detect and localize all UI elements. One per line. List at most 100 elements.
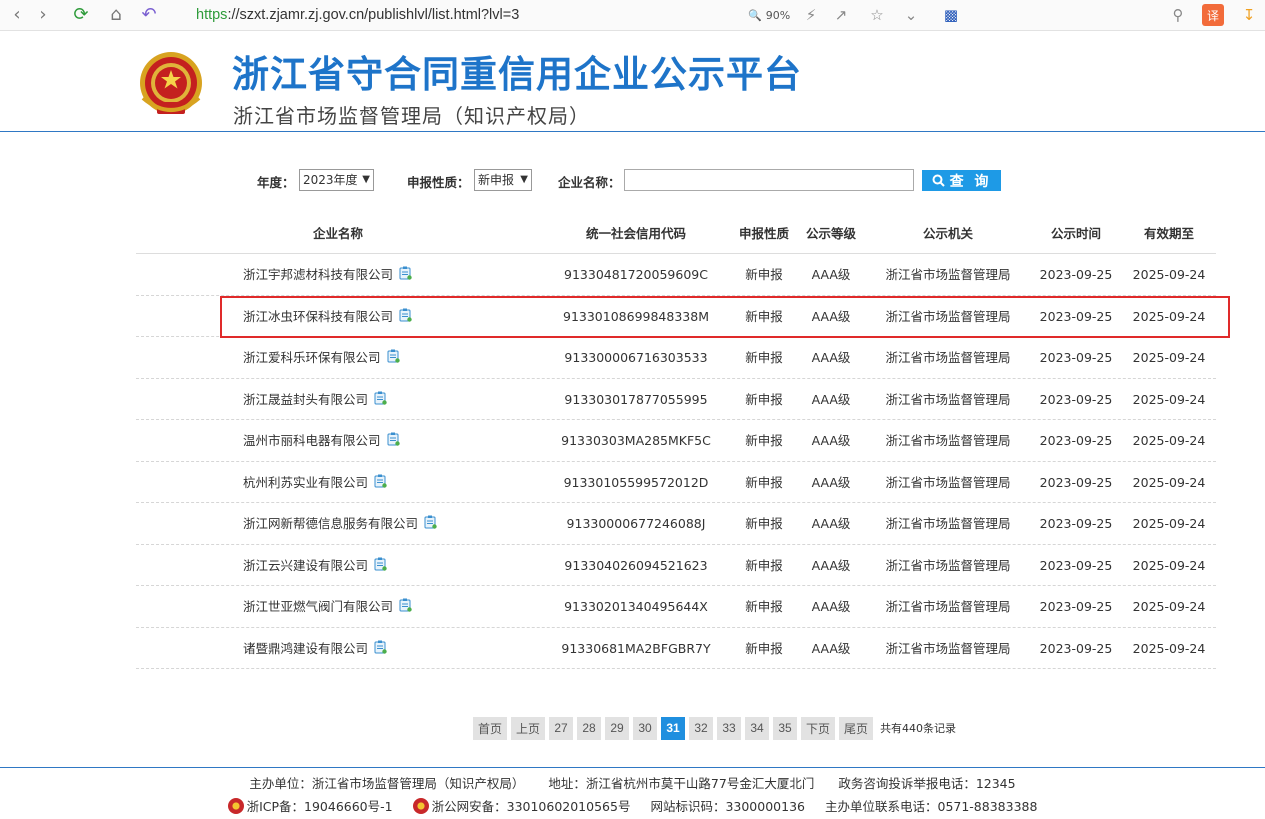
company-name-cell[interactable]: 浙江宇邦滤材科技有限公司 (243, 254, 412, 295)
share-icon[interactable]: ↗ (830, 4, 852, 26)
first-page-button[interactable]: 首页 (473, 716, 508, 740)
page-32-button[interactable]: 32 (689, 716, 714, 740)
company-name-input[interactable] (624, 169, 914, 191)
report-type-cell: 新申报 (745, 433, 783, 448)
table-row: 温州市丽科电器有限公司 91330303MA285MKF5C 新申报 AAA级 浙江省市… (136, 420, 1216, 462)
year-select[interactable]: 2023年度 ▼ (299, 169, 374, 191)
translate-icon[interactable]: 译 (1202, 4, 1224, 26)
credit-code-cell: 913304026094521623 (564, 557, 708, 573)
star-icon[interactable]: ☆ (866, 4, 888, 26)
credit-code-cell: 91330481720059609C (564, 267, 708, 282)
authority-cell: 浙江省市场监督管理局 (885, 599, 1011, 614)
publish-date-cell: 2023-09-25 (1039, 640, 1113, 656)
company-name-cell[interactable]: 诸暨鼎鸿建设有限公司 (243, 628, 387, 669)
url-scheme: https (196, 7, 228, 23)
search-icon[interactable]: ⚲ (1167, 4, 1189, 26)
authority-cell: 浙江省市场监督管理局 (885, 391, 1011, 407)
footer-police[interactable]: 浙公网安备：33010602010565号 (412, 796, 630, 815)
company-link[interactable]: 诸暨鼎鸿建设有限公司 (243, 641, 368, 656)
company-name-cell[interactable]: 浙江晟益封头有限公司 (243, 379, 387, 420)
zoom-control[interactable]: 🔍 90% (748, 4, 790, 26)
authority-cell: 浙江省市场监督管理局 (885, 557, 1011, 573)
authority-cell: 浙江省市场监督管理局 (885, 516, 1011, 531)
credit-code-cell: 913300006716303533 (564, 350, 708, 365)
page-34-button[interactable]: 34 (745, 716, 770, 740)
next-page-button[interactable]: 下页 (801, 716, 836, 740)
authority-cell: 浙江省市场监督管理局 (885, 474, 1011, 490)
table-row: 浙江世亚燃气阀门有限公司 91330201340495644X 新申报 AAA级 浙江省… (136, 586, 1216, 628)
company-link[interactable]: 浙江世亚燃气阀门有限公司 (243, 599, 393, 614)
expiry-date-cell: 2025-09-24 (1132, 267, 1206, 282)
company-link[interactable]: 浙江宇邦滤材科技有限公司 (243, 267, 393, 282)
expiry-date-cell: 2025-09-24 (1132, 640, 1206, 656)
page-33-button[interactable]: 33 (717, 716, 742, 740)
footer-sponsor: 主办单位：浙江省市场监督管理局（知识产权局） (249, 776, 525, 791)
prev-page-button[interactable]: 上页 (511, 716, 546, 740)
site-header: 浙江省守合同重信用企业公示平台 浙江省市场监督管理局（知识产权局） (0, 32, 1265, 132)
company-name-cell[interactable]: 浙江世亚燃气阀门有限公司 (243, 586, 412, 627)
header-company-name: 企业名称 (312, 226, 363, 241)
last-page-button[interactable]: 尾页 (839, 716, 874, 740)
authority-cell: 浙江省市场监督管理局 (885, 640, 1011, 656)
authority-cell: 浙江省市场监督管理局 (885, 267, 1011, 282)
forward-icon[interactable]: › (32, 4, 54, 26)
company-link[interactable]: 温州市丽科电器有限公司 (243, 433, 381, 448)
paw-icon[interactable]: ▩ (940, 4, 962, 26)
publish-date-cell: 2023-09-25 (1039, 474, 1113, 490)
search-button[interactable]: 查 询 (922, 170, 1001, 191)
expiry-date-cell: 2025-09-24 (1132, 433, 1206, 448)
table-header: 企业名称 统一社会信用代码 申报性质 公示等级 公示机关 公示时间 有效期至 (136, 214, 1216, 254)
expiry-date-cell: 2025-09-24 (1132, 391, 1206, 407)
report-type-cell: 新申报 (745, 516, 783, 531)
company-name-cell[interactable]: 杭州利苏实业有限公司 (243, 462, 387, 503)
company-name-cell[interactable]: 温州市丽科电器有限公司 (243, 420, 400, 461)
company-link[interactable]: 浙江晟益封头有限公司 (243, 392, 368, 407)
level-cell: AAA级 (811, 267, 851, 282)
company-link[interactable]: 浙江云兴建设有限公司 (243, 558, 368, 573)
icp-text: 浙ICP备：19046660号-1 (246, 799, 393, 814)
footer-address: 地址：浙江省杭州市莫干山路77号金汇大厦北门 (548, 776, 815, 791)
page-27-button[interactable]: 27 (549, 716, 574, 740)
police-badge-icon (412, 797, 429, 814)
page-31-button[interactable]: 31 (661, 716, 686, 740)
document-icon (387, 349, 400, 363)
back-icon[interactable]: ‹ (6, 4, 28, 26)
refresh-icon[interactable]: ⟳ (70, 4, 92, 26)
lightning-icon[interactable]: ⚡ (800, 4, 822, 26)
level-cell: AAA级 (811, 350, 851, 365)
expiry-date-cell: 2025-09-24 (1132, 599, 1206, 614)
company-name-cell[interactable]: 浙江爱科乐环保有限公司 (243, 337, 400, 378)
browser-toolbar: ‹ › ⟳ ⌂ ↶ https://szxt.zjamr.zj.gov.cn/p… (0, 0, 1265, 31)
footer-icp[interactable]: 浙ICP备：19046660号-1 (227, 796, 393, 815)
page-28-button[interactable]: 28 (577, 716, 602, 740)
report-type-cell: 新申报 (745, 474, 783, 490)
company-name-cell[interactable]: 浙江云兴建设有限公司 (243, 545, 387, 586)
report-type-cell: 新申报 (745, 350, 783, 365)
home-icon[interactable]: ⌂ (105, 4, 127, 26)
results-table: 企业名称 统一社会信用代码 申报性质 公示等级 公示机关 公示时间 有效期至 浙… (136, 214, 1216, 669)
level-cell: AAA级 (811, 557, 851, 573)
type-select[interactable]: 新申报 ▼ (474, 169, 532, 191)
site-title: 浙江省守合同重信用企业公示平台 (232, 54, 802, 95)
page-35-button[interactable]: 35 (773, 716, 798, 740)
company-link[interactable]: 杭州利苏实业有限公司 (243, 475, 368, 490)
chevron-down-icon[interactable]: ⌄ (900, 4, 922, 26)
page-29-button[interactable]: 29 (605, 716, 630, 740)
footer-info-line: 主办单位：浙江省市场监督管理局（知识产权局） 地址：浙江省杭州市莫干山路77号金… (0, 773, 1265, 792)
table-row: 浙江云兴建设有限公司 913304026094521623 新申报 AAA级 浙江省市场… (136, 545, 1216, 586)
publish-date-cell: 2023-09-25 (1039, 391, 1113, 407)
level-cell: AAA级 (811, 516, 851, 531)
company-link[interactable]: 浙江爱科乐环保有限公司 (243, 350, 381, 365)
chevron-down-icon: ▼ (520, 174, 528, 185)
company-link[interactable]: 浙江网新帮德信息服务有限公司 (243, 516, 418, 531)
company-name-cell[interactable]: 浙江网新帮德信息服务有限公司 (243, 503, 437, 544)
undo-icon[interactable]: ↶ (138, 4, 160, 26)
chevron-down-icon: ▼ (362, 174, 370, 185)
zoom-icon: 🔍 (748, 8, 762, 22)
header-report-type: 申报性质 (738, 226, 789, 241)
publish-date-cell: 2023-09-25 (1039, 557, 1113, 573)
page-30-button[interactable]: 30 (633, 716, 658, 740)
year-label: 年度： (257, 175, 295, 190)
expiry-date-cell: 2025-09-24 (1132, 557, 1206, 573)
download-icon[interactable]: ↧ (1238, 4, 1260, 26)
